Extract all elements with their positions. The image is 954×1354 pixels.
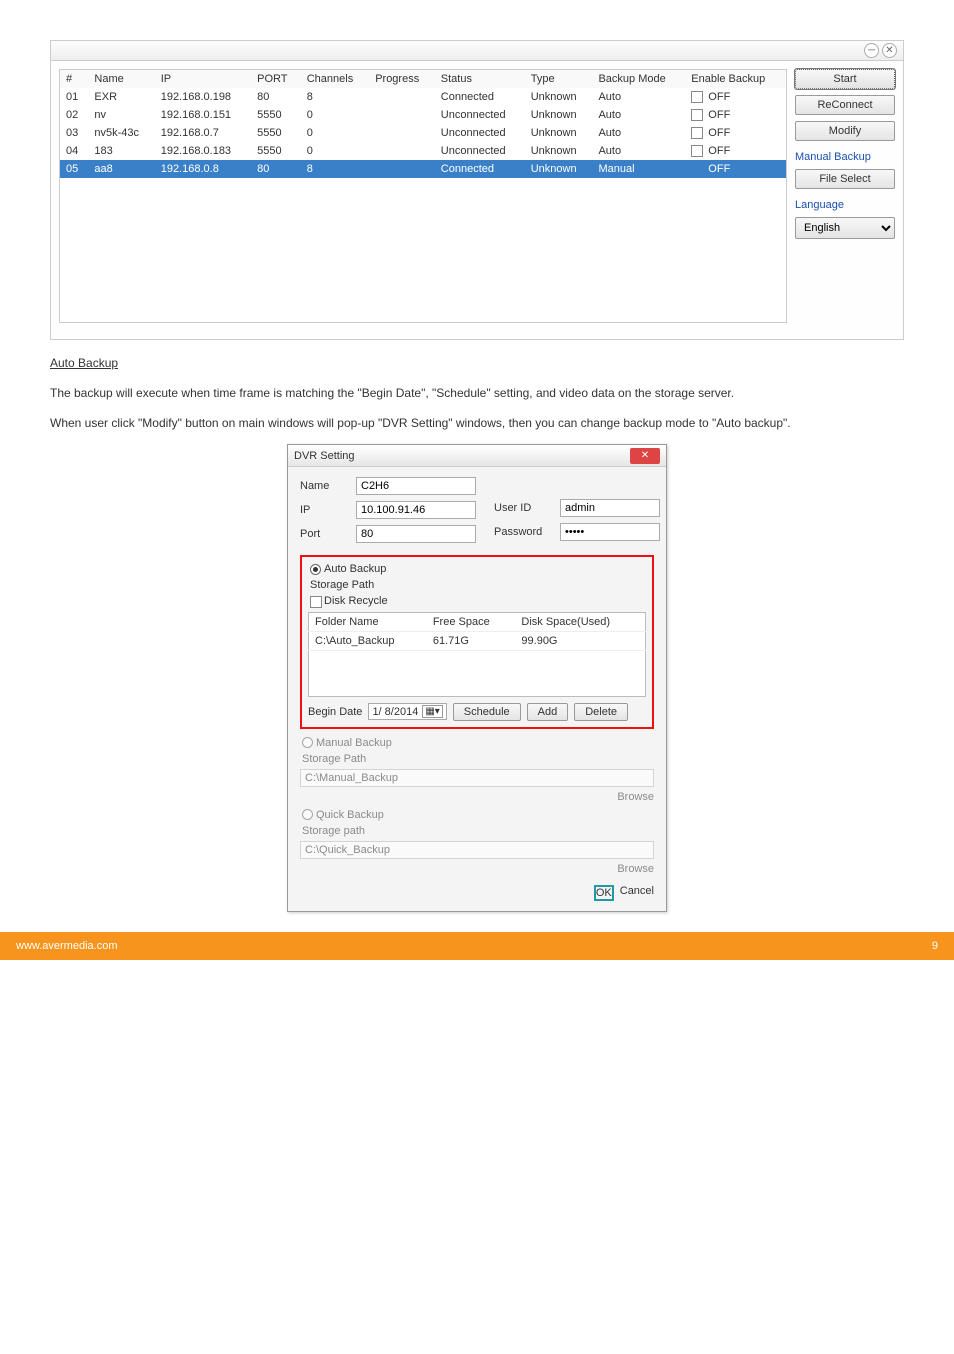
col-header: Status (435, 70, 525, 88)
device-table: #NameIPPORTChannelsProgressStatusTypeBac… (59, 69, 787, 323)
enable-backup-checkbox[interactable] (691, 91, 703, 103)
cancel-button[interactable]: Cancel (620, 885, 654, 901)
schedule-button[interactable]: Schedule (453, 703, 521, 721)
auto-backup-section: Auto Backup Storage Path Disk Recycle Fo… (300, 555, 654, 728)
footer-page-number: 9 (932, 940, 938, 952)
cell-folder: C:\Auto_Backup (309, 631, 427, 650)
add-button[interactable]: Add (527, 703, 569, 721)
manual-storage-label: Storage Path (302, 753, 654, 765)
reconnect-button[interactable]: ReConnect (795, 95, 895, 115)
body-text: Auto Backup The backup will execute when… (50, 354, 904, 432)
enable-backup-label: OFF (705, 163, 730, 175)
quick-storage-label: Storage path (302, 825, 654, 837)
quick-path-field: C:\Quick_Backup (300, 841, 654, 859)
table-row[interactable]: 02nv192.168.0.15155500UnconnectedUnknown… (60, 106, 786, 124)
delete-button[interactable]: Delete (574, 703, 628, 721)
cell-free: 61.71G (427, 631, 516, 650)
auto-backup-radio-label: Auto Backup (324, 563, 386, 575)
name-label: Name (300, 480, 350, 492)
enable-backup-label: OFF (705, 91, 730, 103)
side-panel: Start ReConnect Modify Manual Backup Fil… (795, 69, 895, 323)
ip-label: IP (300, 504, 350, 516)
device-list-window: ─ ✕ #NameIPPORTChannelsProgressStatusTyp… (50, 40, 904, 340)
calendar-icon[interactable]: ▦▾ (422, 705, 442, 718)
enable-backup-label: OFF (705, 109, 730, 121)
col-header: Progress (369, 70, 435, 88)
disk-recycle-label: Disk Recycle (324, 595, 388, 607)
enable-backup-label: OFF (705, 127, 730, 139)
col-folder: Folder Name (309, 612, 427, 631)
manual-backup-radio-label: Manual Backup (316, 737, 392, 749)
col-used: Disk Space(Used) (515, 612, 645, 631)
quick-backup-radio-label: Quick Backup (316, 809, 384, 821)
begin-date-label: Begin Date (308, 706, 362, 718)
userid-label: User ID (494, 502, 554, 514)
enable-backup-checkbox[interactable] (691, 163, 703, 175)
ok-button[interactable]: OK (594, 885, 614, 901)
quick-backup-section: Quick Backup Storage path C:\Quick_Backu… (300, 809, 654, 875)
auto-storage-label: Storage Path (310, 579, 646, 591)
dvr-setting-dialog: DVR Setting ✕ Name IP Port (287, 444, 667, 911)
table-row[interactable]: 04183192.168.0.18355500UnconnectedUnknow… (60, 142, 786, 160)
password-field[interactable] (560, 523, 660, 541)
table-row[interactable]: 01EXR192.168.0.198808ConnectedUnknownAut… (60, 88, 786, 106)
table-row[interactable]: 03nv5k-43c192.168.0.755500UnconnectedUnk… (60, 124, 786, 142)
col-header: Backup Mode (592, 70, 685, 88)
disk-recycle-checkbox[interactable] (310, 596, 322, 608)
storage-row[interactable]: C:\Auto_Backup 61.71G 99.90G (309, 631, 646, 650)
ip-field[interactable] (356, 501, 476, 519)
port-label: Port (300, 528, 350, 540)
begin-date-value: 1/ 8/2014 (372, 706, 418, 718)
start-button[interactable]: Start (795, 69, 895, 89)
cell-used: 99.90G (515, 631, 645, 650)
enable-backup-checkbox[interactable] (691, 127, 703, 139)
auto-backup-radio[interactable] (310, 564, 321, 575)
col-free: Free Space (427, 612, 516, 631)
enable-backup-checkbox[interactable] (691, 109, 703, 121)
manual-browse-button[interactable]: Browse (617, 791, 654, 803)
manual-backup-section: Manual Backup Storage Path C:\Manual_Bac… (300, 737, 654, 803)
file-select-button[interactable]: File Select (795, 169, 895, 189)
quick-browse-button[interactable]: Browse (617, 863, 654, 875)
col-header: IP (155, 70, 251, 88)
col-header: Type (525, 70, 593, 88)
password-label: Password (494, 526, 554, 538)
col-header: Enable Backup (685, 70, 786, 88)
table-row[interactable]: 05aa8192.168.0.8808ConnectedUnknownManua… (60, 160, 786, 178)
quick-backup-radio[interactable] (302, 809, 313, 820)
section-heading: Auto Backup (50, 354, 904, 372)
dialog-close-icon[interactable]: ✕ (630, 448, 660, 464)
language-label: Language (795, 199, 895, 211)
paragraph-1: The backup will execute when time frame … (50, 384, 904, 402)
minimize-icon[interactable]: ─ (864, 43, 879, 58)
col-header: Channels (301, 70, 369, 88)
enable-backup-checkbox[interactable] (691, 145, 703, 157)
begin-date-input[interactable]: 1/ 8/2014 ▦▾ (368, 703, 446, 720)
manual-backup-label: Manual Backup (795, 151, 895, 163)
enable-backup-label: OFF (705, 145, 730, 157)
paragraph-2: When user click "Modify" button on main … (50, 414, 904, 432)
col-header: Name (88, 70, 154, 88)
footer-url: www.avermedia.com (16, 940, 117, 952)
storage-table: Folder Name Free Space Disk Space(Used) … (308, 612, 646, 697)
window-titlebar: ─ ✕ (51, 41, 903, 61)
modify-button[interactable]: Modify (795, 121, 895, 141)
close-icon[interactable]: ✕ (882, 43, 897, 58)
language-select[interactable]: English (795, 217, 895, 239)
port-field[interactable] (356, 525, 476, 543)
col-header: PORT (251, 70, 301, 88)
manual-path-field: C:\Manual_Backup (300, 769, 654, 787)
userid-field[interactable] (560, 499, 660, 517)
name-field[interactable] (356, 477, 476, 495)
manual-backup-radio[interactable] (302, 737, 313, 748)
page-footer: www.avermedia.com 9 (0, 932, 954, 960)
col-header: # (60, 70, 88, 88)
dialog-title: DVR Setting (294, 450, 355, 462)
